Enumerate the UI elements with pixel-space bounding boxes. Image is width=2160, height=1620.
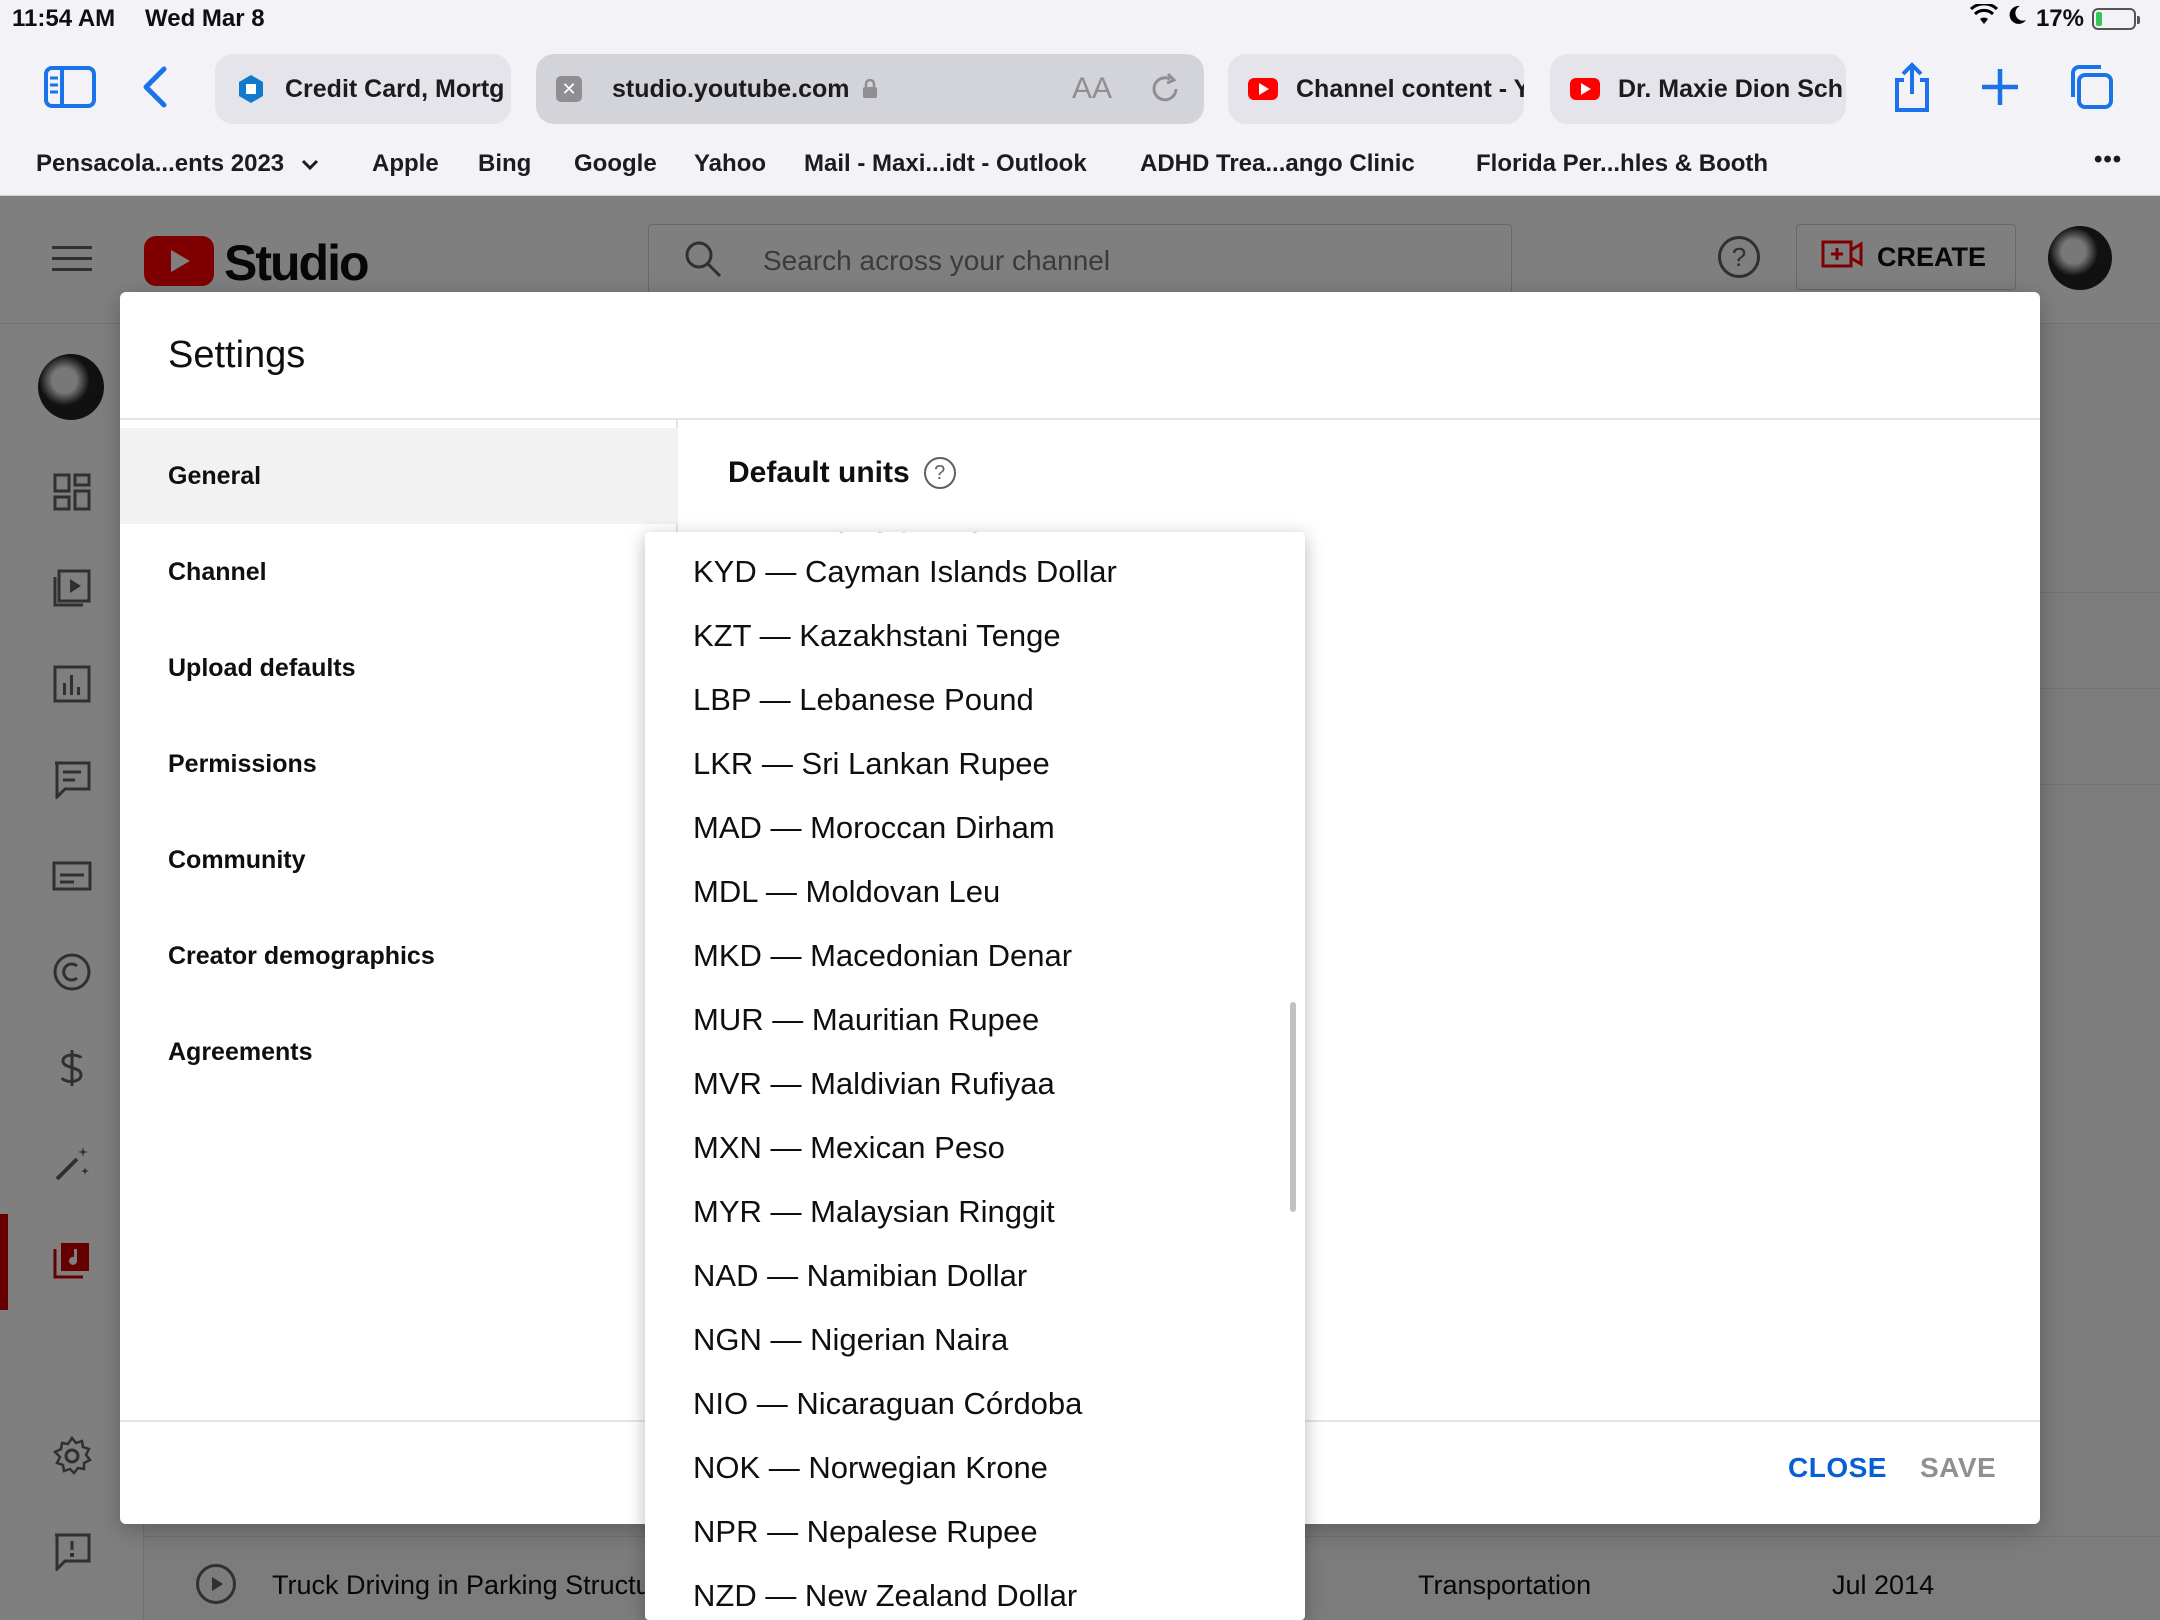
save-button[interactable]: SAVE bbox=[1920, 1452, 1996, 1484]
wifi-icon bbox=[1969, 2, 1998, 33]
sidebar-toggle-icon[interactable] bbox=[40, 62, 100, 112]
currency-option[interactable]: NZD — New Zealand Dollar bbox=[693, 1578, 1077, 1614]
favorite-florida[interactable]: Florida Per...hles & Booth bbox=[1476, 150, 1768, 178]
reader-text-size-button[interactable]: AA bbox=[1072, 72, 1112, 106]
tab-label: Dr. Maxie Dion Sch bbox=[1618, 74, 1844, 103]
nav-community[interactable]: Community bbox=[120, 812, 678, 908]
currency-option[interactable]: MUR — Mauritian Rupee bbox=[693, 1002, 1039, 1038]
battery-icon bbox=[2092, 7, 2140, 30]
currency-option[interactable]: KYD — Cayman Islands Dollar bbox=[693, 554, 1117, 590]
moon-icon bbox=[2006, 4, 2028, 33]
currency-option[interactable]: NGN — Nigerian Naira bbox=[693, 1322, 1008, 1358]
currency-option[interactable]: MDL — Moldovan Leu bbox=[693, 874, 1000, 910]
tab-studio-youtube[interactable]: ✕ studio.youtube.com AA bbox=[536, 54, 1204, 124]
currency-option[interactable]: MKD — Macedonian Denar bbox=[693, 938, 1072, 974]
favorite-adhd[interactable]: ADHD Trea...ango Clinic bbox=[1140, 150, 1415, 178]
currency-option[interactable]: MYR — Malaysian Ringgit bbox=[693, 1194, 1055, 1230]
dialog-title: Settings bbox=[168, 334, 306, 376]
favorite-google[interactable]: Google bbox=[574, 150, 657, 178]
tab-close-icon[interactable]: ✕ bbox=[556, 76, 582, 102]
status-right: 17% bbox=[1969, 2, 2140, 33]
currency-option[interactable]: MXN — Mexican Peso bbox=[693, 1130, 1005, 1166]
currency-option-partial[interactable]: KWD — Kuwaiti Dinar bbox=[693, 532, 996, 540]
favorite-yahoo[interactable]: Yahoo bbox=[694, 150, 766, 178]
chevron-down-icon bbox=[301, 150, 319, 178]
battery-fill bbox=[2096, 11, 2102, 26]
currency-option[interactable]: LBP — Lebanese Pound bbox=[693, 682, 1034, 718]
tab-dr-maxie[interactable]: Dr. Maxie Dion Sch bbox=[1550, 54, 1846, 124]
nav-permissions[interactable]: Permissions bbox=[120, 716, 678, 812]
tab-label: Channel content - Y bbox=[1296, 74, 1524, 103]
currency-option[interactable]: MAD — Moroccan Dirham bbox=[693, 810, 1055, 846]
new-tab-icon[interactable] bbox=[1978, 62, 2022, 112]
address-bar-url[interactable]: studio.youtube.com bbox=[612, 75, 850, 104]
currency-dropdown[interactable]: KWD — Kuwaiti Dinar KYD — Cayman Islands… bbox=[645, 532, 1305, 1620]
tab-credit-card[interactable]: Credit Card, Mortg bbox=[215, 54, 511, 124]
status-time: 11:54 AM bbox=[12, 5, 116, 32]
currency-option[interactable]: LKR — Sri Lankan Rupee bbox=[693, 746, 1050, 782]
browser-toolbar: Credit Card, Mortg ✕ studio.youtube.com … bbox=[0, 40, 2160, 140]
default-units-label: Default units bbox=[728, 456, 910, 489]
tab-overview-icon[interactable] bbox=[2066, 62, 2116, 112]
currency-option[interactable]: NAD — Namibian Dollar bbox=[693, 1258, 1027, 1294]
favorite-apple[interactable]: Apple bbox=[372, 150, 439, 178]
nav-upload-defaults[interactable]: Upload defaults bbox=[120, 620, 678, 716]
default-units-heading: Default units ? bbox=[728, 456, 956, 490]
dropdown-scrollbar[interactable] bbox=[1290, 1002, 1296, 1212]
settings-nav: General Channel Upload defaults Permissi… bbox=[120, 420, 678, 1424]
battery-percent: 17% bbox=[2035, 4, 2084, 32]
favorite-mail[interactable]: Mail - Maxi...idt - Outlook bbox=[804, 150, 1087, 178]
status-bar: 11:54 AM Wed Mar 8 17% bbox=[0, 0, 2160, 40]
favorite-bing[interactable]: Bing bbox=[478, 150, 531, 178]
lock-icon bbox=[862, 79, 878, 99]
close-button[interactable]: CLOSE bbox=[1788, 1452, 1887, 1484]
currency-option[interactable]: NOK — Norwegian Krone bbox=[693, 1450, 1048, 1486]
currency-option[interactable]: NPR — Nepalese Rupee bbox=[693, 1514, 1038, 1550]
chase-icon bbox=[235, 73, 267, 105]
favorite-folder-pensacola[interactable]: Pensacola...ents 2023 bbox=[36, 150, 319, 178]
nav-agreements[interactable]: Agreements bbox=[120, 1004, 678, 1100]
nav-creator-demographics[interactable]: Creator demographics bbox=[120, 908, 678, 1004]
reload-icon[interactable] bbox=[1148, 72, 1182, 106]
currency-option[interactable]: KZT — Kazakhstani Tenge bbox=[693, 618, 1061, 654]
youtube-icon bbox=[1248, 78, 1278, 100]
status-date: Wed Mar 8 bbox=[145, 5, 265, 32]
tab-channel-content[interactable]: Channel content - Y bbox=[1228, 54, 1524, 124]
tab-label: Credit Card, Mortg bbox=[285, 74, 505, 103]
favorite-label: Pensacola...ents 2023 bbox=[36, 150, 285, 177]
nav-general[interactable]: General bbox=[120, 428, 678, 524]
favorites-more-icon[interactable]: ••• bbox=[2094, 146, 2122, 174]
share-icon[interactable] bbox=[1888, 60, 1936, 116]
back-icon[interactable] bbox=[134, 62, 174, 112]
youtube-icon bbox=[1570, 78, 1600, 100]
help-icon[interactable]: ? bbox=[923, 457, 956, 489]
currency-option[interactable]: MVR — Maldivian Rufiyaa bbox=[693, 1066, 1055, 1102]
favorites-bar: Pensacola...ents 2023 Apple Bing Google … bbox=[0, 140, 2160, 196]
nav-channel[interactable]: Channel bbox=[120, 524, 678, 620]
currency-option[interactable]: NIO — Nicaraguan Córdoba bbox=[693, 1386, 1082, 1422]
